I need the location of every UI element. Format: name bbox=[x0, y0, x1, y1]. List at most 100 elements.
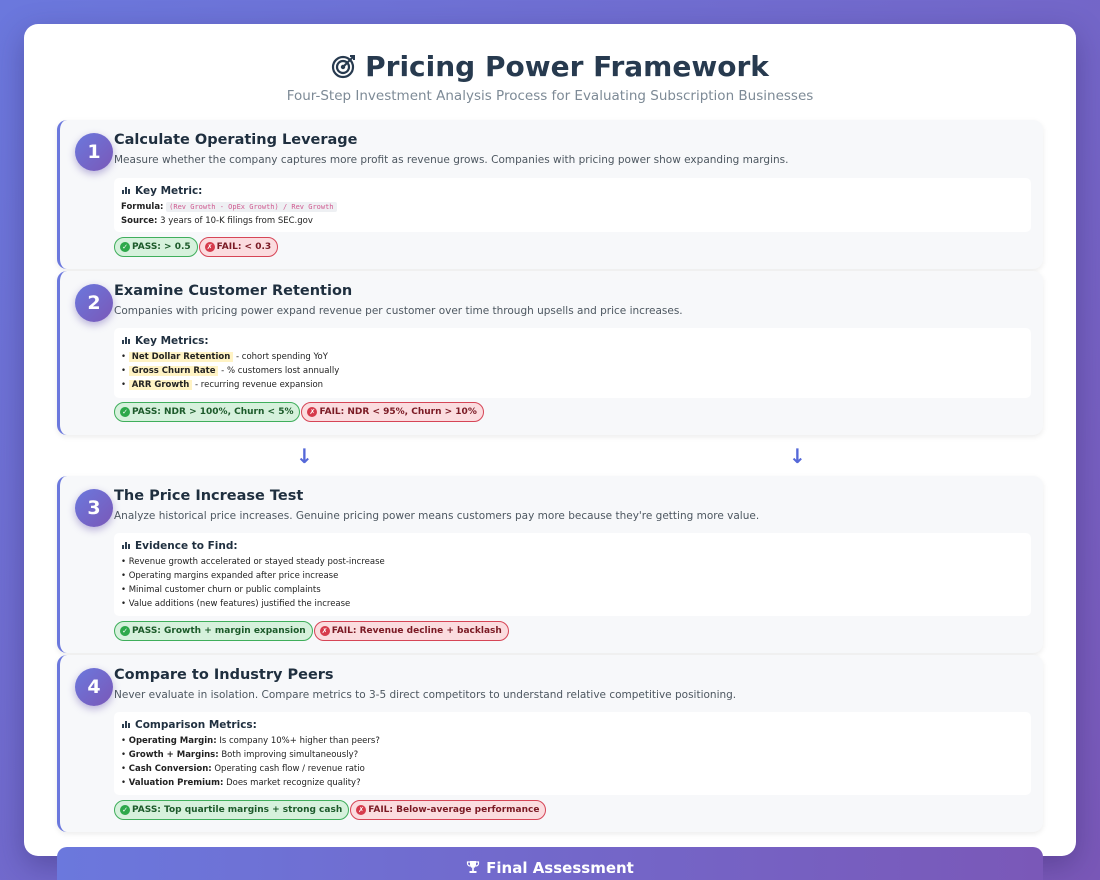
step-title: Examine Customer Retention bbox=[114, 283, 353, 299]
fail-badge: ✗ FAIL: < 0.3 bbox=[198, 237, 279, 257]
chart-icon bbox=[122, 187, 130, 194]
box-heading: Key Metric: bbox=[121, 184, 1024, 198]
step-title: The Price Increase Test bbox=[114, 488, 304, 504]
item-text: Revenue growth accelerated or stayed ste… bbox=[128, 557, 385, 567]
check-icon: ✓ bbox=[120, 242, 130, 252]
item-text: Minimal customer churn or public complai… bbox=[128, 585, 321, 595]
chart-icon bbox=[122, 721, 130, 728]
cross-icon: ✗ bbox=[307, 407, 318, 417]
cross-icon: ✗ bbox=[319, 626, 330, 636]
pass-badge: ✓ PASS: Growth + margin expansion bbox=[114, 621, 313, 641]
box-heading: Evidence to Find: bbox=[121, 539, 1024, 553]
down-arrow-icon: ↓ bbox=[296, 444, 313, 468]
comparison-box: Comparison Metrics: • Operating Margin: … bbox=[114, 712, 1031, 795]
step-1-card: 1 Calculate Operating Leverage Measure w… bbox=[57, 120, 1043, 269]
bullet: • bbox=[121, 778, 127, 788]
criteria-badges: ✓ PASS: NDR > 100%, Churn < 5% ✗ FAIL: NDR… bbox=[114, 402, 484, 422]
metric-text: - % customers lost annually bbox=[221, 366, 340, 376]
check-icon: ✓ bbox=[120, 805, 130, 815]
metric-text: Does market recognize quality? bbox=[226, 778, 361, 788]
metric-name: ARR Growth bbox=[128, 380, 193, 390]
page-title: Pricing Power Framework bbox=[0, 50, 1100, 83]
metric-name: Operating Margin: bbox=[128, 736, 217, 746]
metric-name: Net Dollar Retention bbox=[128, 352, 234, 362]
bullet: • bbox=[121, 750, 127, 760]
criteria-badges: ✓ PASS: > 0.5 ✗ FAIL: < 0.3 bbox=[114, 237, 279, 257]
step-2-card: 2 Examine Customer Retention Companies w… bbox=[57, 271, 1043, 435]
fail-text: FAIL: < 0.3 bbox=[216, 242, 272, 252]
box-heading: Key Metrics: bbox=[121, 334, 1024, 348]
step-description: Never evaluate in isolation. Compare met… bbox=[114, 689, 737, 701]
pass-text: PASS: > 0.5 bbox=[132, 242, 191, 252]
step-number-badge: 1 bbox=[75, 133, 113, 171]
step-description: Companies with pricing power expand reve… bbox=[114, 305, 683, 317]
item-text: Value additions (new features) justified… bbox=[128, 599, 351, 609]
chart-icon bbox=[122, 542, 130, 549]
list-item: • Net Dollar Retention - cohort spending… bbox=[121, 350, 1024, 364]
item-text: Operating margins expanded after price i… bbox=[128, 571, 339, 581]
pass-badge: ✓ PASS: NDR > 100%, Churn < 5% bbox=[114, 402, 301, 422]
metric-name: Cash Conversion: bbox=[128, 764, 212, 774]
source-line: Source: 3 years of 10-K filings from SEC… bbox=[121, 214, 1024, 228]
metric-name: Growth + Margins: bbox=[128, 750, 219, 760]
fail-text: FAIL: Below-average performance bbox=[368, 805, 540, 815]
check-icon: ✓ bbox=[120, 626, 130, 636]
bullet: • bbox=[121, 599, 127, 609]
step-number-badge: 4 bbox=[75, 668, 113, 706]
formula-label: Formula: bbox=[121, 202, 164, 212]
list-item: • Operating margins expanded after price… bbox=[121, 569, 1024, 583]
down-arrow-icon: ↓ bbox=[789, 444, 806, 468]
key-metric-box: Key Metric: Formula: (Rev Growth - OpEx … bbox=[114, 178, 1031, 232]
bullet: • bbox=[121, 585, 127, 595]
chart-icon bbox=[122, 337, 130, 344]
fail-text: FAIL: Revenue decline + backlash bbox=[331, 626, 502, 636]
trophy-icon bbox=[467, 861, 480, 873]
box-title: Comparison Metrics: bbox=[135, 719, 257, 731]
final-assessment-banner: Final Assessment bbox=[57, 847, 1043, 880]
list-item: • Minimal customer churn or public compl… bbox=[121, 583, 1024, 597]
pass-badge: ✓ PASS: > 0.5 bbox=[114, 237, 198, 257]
source-label: Source: bbox=[121, 216, 158, 226]
fail-text: FAIL: NDR < 95%, Churn > 10% bbox=[319, 407, 477, 417]
evidence-box: Evidence to Find: • Revenue growth accel… bbox=[114, 533, 1031, 616]
title-text: Pricing Power Framework bbox=[365, 50, 769, 83]
step-3-card: 3 The Price Increase Test Analyze histor… bbox=[57, 476, 1043, 653]
metric-text: Both improving simultaneously? bbox=[221, 750, 359, 760]
step-title: Calculate Operating Leverage bbox=[114, 132, 358, 148]
criteria-badges: ✓ PASS: Growth + margin expansion ✗ FAIL: … bbox=[114, 621, 509, 641]
step-number-badge: 2 bbox=[75, 284, 113, 322]
list-item: • Gross Churn Rate - % customers lost an… bbox=[121, 364, 1024, 378]
bullet: • bbox=[121, 352, 127, 362]
metric-text: - recurring revenue expansion bbox=[195, 380, 324, 390]
fail-badge: ✗ FAIL: Revenue decline + backlash bbox=[313, 621, 509, 641]
step-title: Compare to Industry Peers bbox=[114, 667, 334, 683]
pass-text: PASS: Top quartile margins + strong cash bbox=[132, 805, 343, 815]
bullet: • bbox=[121, 764, 127, 774]
metric-text: - cohort spending YoY bbox=[236, 352, 328, 362]
fail-badge: ✗ FAIL: NDR < 95%, Churn > 10% bbox=[301, 402, 484, 422]
bullet: • bbox=[121, 557, 127, 567]
list-item: • ARR Growth - recurring revenue expansi… bbox=[121, 378, 1024, 392]
page-subtitle: Four-Step Investment Analysis Process fo… bbox=[286, 88, 814, 104]
list-item: • Growth + Margins: Both improving simul… bbox=[121, 748, 1024, 762]
list-item: • Revenue growth accelerated or stayed s… bbox=[121, 555, 1024, 569]
check-icon: ✓ bbox=[120, 407, 130, 417]
pass-text: PASS: Growth + margin expansion bbox=[132, 626, 306, 636]
metric-name: Valuation Premium: bbox=[128, 778, 224, 788]
metric-text: Is company 10%+ higher than peers? bbox=[219, 736, 380, 746]
list-item: • Operating Margin: Is company 10%+ high… bbox=[121, 734, 1024, 748]
metric-name: Gross Churn Rate bbox=[128, 366, 219, 376]
list-item: • Value additions (new features) justifi… bbox=[121, 597, 1024, 611]
bullet: • bbox=[121, 380, 127, 390]
step-number-badge: 3 bbox=[75, 489, 113, 527]
metric-text: Operating cash flow / revenue ratio bbox=[214, 764, 365, 774]
target-icon bbox=[332, 55, 356, 79]
bullet: • bbox=[121, 366, 127, 376]
cross-icon: ✗ bbox=[204, 242, 215, 252]
pass-badge: ✓ PASS: Top quartile margins + strong cas… bbox=[114, 800, 350, 820]
step-4-card: 4 Compare to Industry Peers Never evalua… bbox=[57, 655, 1043, 832]
box-title: Key Metrics: bbox=[135, 335, 209, 347]
criteria-badges: ✓ PASS: Top quartile margins + strong cas… bbox=[114, 800, 547, 820]
formula-line: Formula: (Rev Growth - OpEx Growth) / Re… bbox=[121, 200, 1024, 214]
box-heading: Comparison Metrics: bbox=[121, 718, 1024, 732]
